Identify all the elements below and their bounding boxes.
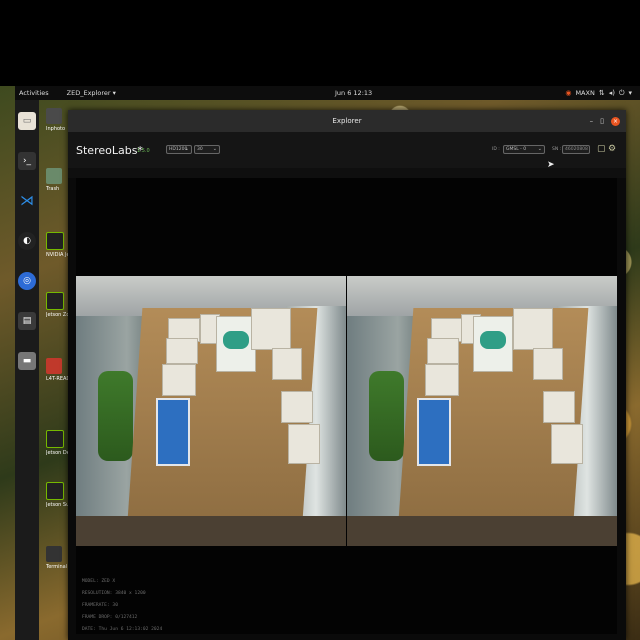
scene-sticker	[480, 331, 506, 349]
scene-paper	[162, 364, 196, 396]
scene-blue-poster	[156, 398, 190, 466]
stereo-video-feed	[76, 276, 617, 546]
video-viewer[interactable]: MODEL: ZED X RESOLUTION: 3840 x 1200 FRA…	[76, 178, 617, 634]
nvidia-icon	[46, 232, 64, 250]
version-label: 1.5.0	[137, 148, 150, 154]
nvidia-icon	[46, 482, 64, 500]
scene-floor	[76, 516, 346, 546]
stereolabs-logo: StereoLabs*	[76, 144, 143, 157]
nvidia-icon[interactable]: ◉	[565, 89, 571, 97]
system-top-bar: Activities ZED_Explorer ▾ Jun 6 12:13 ◉ …	[15, 86, 640, 100]
top-black-bar	[0, 0, 640, 86]
camera-id-select[interactable]: GMSL - 0 ⌄	[503, 145, 545, 154]
network-icon[interactable]: ⇅	[599, 89, 605, 97]
id-label: ID :	[492, 147, 500, 152]
scene-plant	[98, 371, 133, 461]
scene-sticker	[223, 331, 249, 349]
right-camera-view	[347, 276, 617, 546]
window-title: Explorer	[332, 117, 362, 125]
scene-paper	[166, 338, 198, 364]
window-controls: – ▯ ×	[590, 116, 620, 126]
header-separator	[68, 168, 626, 178]
terminal-icon	[46, 546, 62, 562]
scene-paper	[281, 391, 313, 423]
info-framerate: FRAMERATE: 30	[82, 603, 118, 608]
obs-icon[interactable]: ◐	[18, 232, 36, 250]
serial-number-value: 46020808	[565, 147, 588, 152]
camera-info-overlay: MODEL: ZED X RESOLUTION: 3840 x 1200 FRA…	[82, 576, 162, 636]
chevron-down-icon[interactable]: ▾	[628, 89, 632, 97]
serial-number-field[interactable]: 46020808	[562, 145, 590, 154]
scene-paper	[533, 348, 563, 380]
scene-paper	[551, 424, 583, 464]
mouse-cursor-icon: ➤	[547, 160, 555, 170]
sn-label: SN :	[552, 147, 562, 152]
scene-plant	[369, 371, 404, 461]
scene-paper	[513, 308, 553, 350]
scene-blue-poster	[417, 398, 451, 466]
scene-card-with-sticker	[473, 316, 513, 372]
maximize-icon[interactable]: ▯	[600, 117, 604, 125]
disk-icon[interactable]: ▬	[18, 352, 36, 370]
scene-paper	[543, 391, 575, 423]
desktop-icons: Inphoto Trash NVIDIA Jetson Community Je…	[40, 100, 78, 640]
chromium-icon[interactable]: ◎	[18, 272, 36, 290]
scene-paper	[425, 364, 459, 396]
trash-icon	[46, 168, 62, 184]
power-icon[interactable]: ⏻	[619, 89, 625, 98]
info-date: DATE: Thu Jun 6 12:13:02 2024	[82, 627, 163, 632]
settings-gear-icon[interactable]: ⚙	[608, 144, 616, 154]
clock[interactable]: Jun 6 12:13	[335, 89, 372, 97]
drive-icon	[46, 358, 62, 374]
resolution-select[interactable]: HD1200 ⌄	[166, 145, 192, 154]
fps-select-value: 30	[197, 147, 203, 152]
vscode-icon[interactable]: ⋊	[18, 192, 36, 210]
system-tray[interactable]: ◉ MAXN ⇅ ◂) ⏻ ▾	[565, 89, 632, 98]
chevron-down-icon: ⌄	[537, 146, 542, 152]
nvidia-icon	[46, 292, 64, 310]
volume-icon[interactable]: ◂)	[609, 89, 615, 97]
scene-paper	[251, 308, 291, 350]
scene-paper	[272, 348, 302, 380]
activities-button[interactable]: Activities	[19, 89, 49, 97]
folder-icon	[46, 108, 62, 124]
nvidia-icon	[46, 430, 64, 448]
info-resolution: RESOLUTION: 3840 x 1200	[82, 591, 146, 596]
power-mode-label[interactable]: MAXN	[575, 89, 594, 97]
info-model: MODEL: ZED X	[82, 579, 116, 584]
close-icon[interactable]: ×	[611, 116, 620, 126]
scene-floor	[347, 516, 617, 546]
scene-card-with-sticker	[216, 316, 256, 372]
app-menu[interactable]: ZED_Explorer ▾	[67, 89, 116, 97]
fps-select[interactable]: 30 ⌄	[194, 145, 220, 154]
left-camera-view	[76, 276, 346, 546]
dock: ▭ ›_ ⋊ ◐ ◎ ▤ ▬	[15, 100, 39, 640]
record-icon[interactable]: ▢	[597, 144, 606, 154]
chevron-down-icon: ⌄	[212, 146, 217, 152]
window-titlebar[interactable]: Explorer – ▯ ×	[68, 110, 626, 132]
files-icon[interactable]: ▭	[18, 112, 36, 130]
terminal-icon[interactable]: ›_	[18, 152, 36, 170]
app-header: StereoLabs* 1.5.0 HD1200 ⌄ 30 ⌄ ID : GMS…	[68, 132, 626, 168]
info-frame-drop: FRAME DROP: 0/127412	[82, 615, 138, 620]
camera-id-select-value: GMSL - 0	[506, 147, 527, 152]
chevron-down-icon: ⌄	[184, 146, 189, 152]
app-icon[interactable]: ▤	[18, 312, 36, 330]
scene-paper	[288, 424, 320, 464]
minimize-icon[interactable]: –	[590, 117, 594, 125]
explorer-window: Explorer – ▯ × StereoLabs* 1.5.0 HD1200 …	[68, 110, 626, 640]
scene-paper	[427, 338, 459, 364]
